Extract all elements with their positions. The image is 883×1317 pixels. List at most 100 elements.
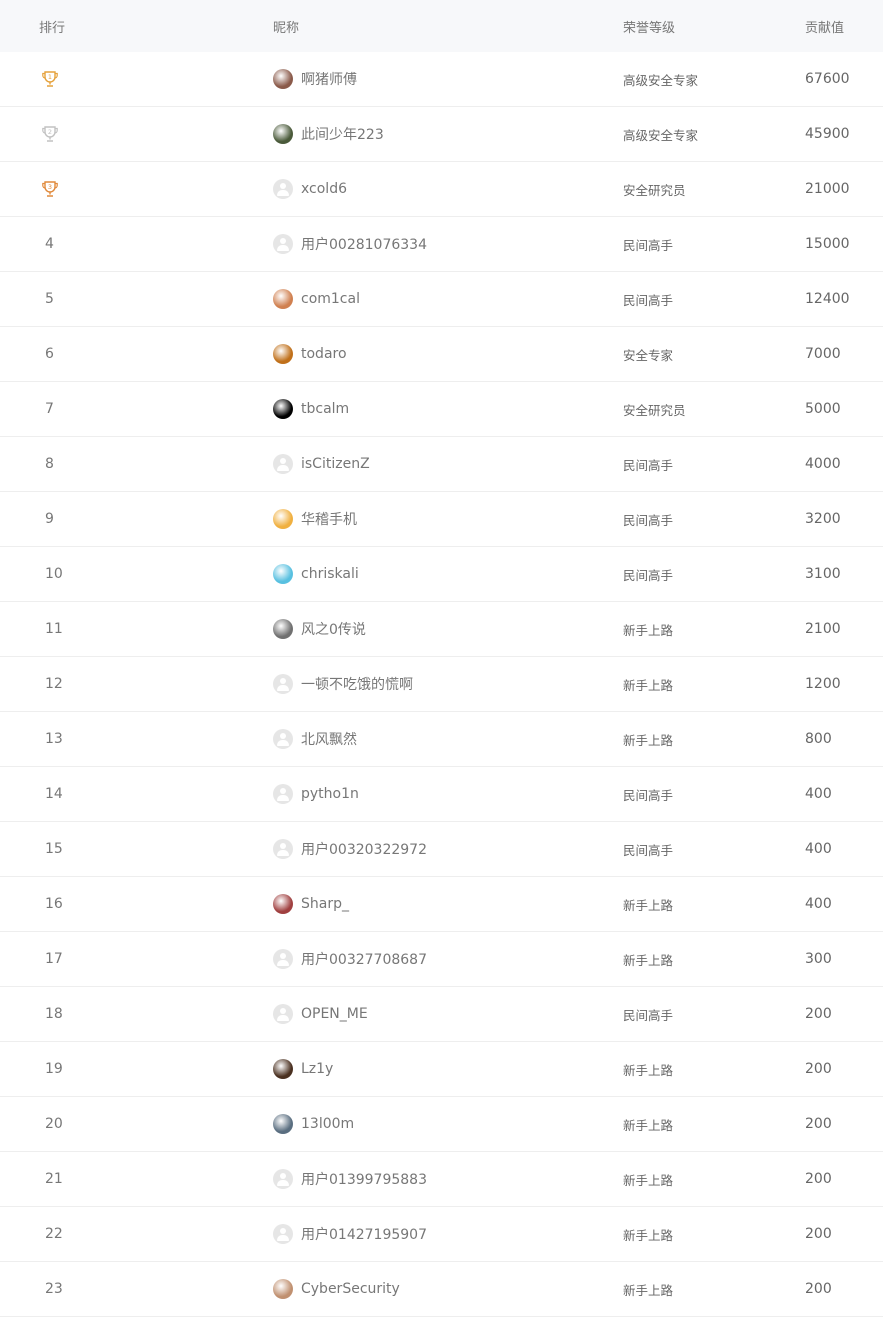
avatar[interactable] — [273, 234, 293, 254]
rank-cell: 18 — [40, 987, 160, 1041]
avatar[interactable] — [273, 69, 293, 89]
header-level: 荣誉等级 — [623, 20, 676, 36]
avatar[interactable] — [273, 1004, 293, 1024]
table-row[interactable]: 23 CyberSecurity 新手上路 200 — [0, 1262, 883, 1317]
nickname-link[interactable]: 华稽手机 — [301, 509, 357, 529]
table-row[interactable]: 1 啊猪师傅 高级安全专家 67600 — [0, 52, 883, 107]
table-row[interactable]: 14 pytho1n 民间高手 400 — [0, 767, 883, 822]
table-row[interactable]: 16 Sharp_ 新手上路 400 — [0, 877, 883, 932]
avatar[interactable] — [273, 344, 293, 364]
avatar[interactable] — [273, 289, 293, 309]
rank-cell: 15 — [40, 822, 160, 876]
honor-level: 高级安全专家 — [623, 127, 699, 143]
table-row[interactable]: 19 Lz1y 新手上路 200 — [0, 1042, 883, 1097]
table-row[interactable]: 12 一顿不吃饿的慌啊 新手上路 1200 — [0, 657, 883, 712]
nickname-link[interactable]: 此间少年223 — [301, 124, 384, 144]
avatar[interactable] — [273, 839, 293, 859]
rank-number: 19 — [45, 1061, 63, 1077]
rank-cell: 17 — [40, 932, 160, 986]
honor-level: 新手上路 — [623, 1172, 674, 1188]
nickname-link[interactable]: CyberSecurity — [301, 1281, 400, 1297]
table-row[interactable]: 3 xcold6 安全研究员 21000 — [0, 162, 883, 217]
honor-level: 民间高手 — [623, 787, 674, 803]
avatar[interactable] — [273, 729, 293, 749]
avatar[interactable] — [273, 619, 293, 639]
avatar[interactable] — [273, 564, 293, 584]
nickname-link[interactable]: 用户00327708687 — [301, 949, 427, 969]
table-row[interactable]: 6 todaro 安全专家 7000 — [0, 327, 883, 382]
nickname-link[interactable]: Sharp_ — [301, 896, 349, 912]
nickname-link[interactable]: pytho1n — [301, 786, 359, 802]
nickname-link[interactable]: 用户00281076334 — [301, 234, 427, 254]
honor-level: 安全研究员 — [623, 182, 686, 198]
avatar[interactable] — [273, 124, 293, 144]
nickname-link[interactable]: chriskali — [301, 566, 359, 582]
nickname-link[interactable]: com1cal — [301, 291, 360, 307]
table-row[interactable]: 21 用户01399795883 新手上路 200 — [0, 1152, 883, 1207]
nickname-link[interactable]: 用户01399795883 — [301, 1169, 427, 1189]
nickname-cell: 用户00327708687 — [273, 932, 603, 986]
nickname-cell: 风之0传说 — [273, 602, 603, 656]
nickname-link[interactable]: 北风飘然 — [301, 729, 357, 749]
nickname-link[interactable]: 用户00320322972 — [301, 839, 427, 859]
table-row[interactable]: 20 13l00m 新手上路 200 — [0, 1097, 883, 1152]
header-rank: 排行 — [39, 20, 66, 36]
avatar[interactable] — [273, 1224, 293, 1244]
table-row[interactable]: 18 OPEN_ME 民间高手 200 — [0, 987, 883, 1042]
avatar[interactable] — [273, 784, 293, 804]
contribution-score: 45900 — [805, 126, 850, 142]
avatar[interactable] — [273, 399, 293, 419]
nickname-link[interactable]: 13l00m — [301, 1116, 354, 1132]
table-row[interactable]: 13 北风飘然 新手上路 800 — [0, 712, 883, 767]
avatar[interactable] — [273, 1114, 293, 1134]
nickname-cell: OPEN_ME — [273, 987, 603, 1041]
nickname-link[interactable]: Lz1y — [301, 1061, 333, 1077]
honor-level: 民间高手 — [623, 567, 674, 583]
table-row[interactable]: 8 isCitizenZ 民间高手 4000 — [0, 437, 883, 492]
table-row[interactable]: 11 风之0传说 新手上路 2100 — [0, 602, 883, 657]
nickname-link[interactable]: tbcalm — [301, 401, 349, 417]
table-row[interactable]: 7 tbcalm 安全研究员 5000 — [0, 382, 883, 437]
nickname-link[interactable]: isCitizenZ — [301, 456, 370, 472]
trophy-rank-number: 1 — [48, 73, 52, 81]
avatar[interactable] — [273, 894, 293, 914]
rank-cell: 20 — [40, 1097, 160, 1151]
nickname-cell: com1cal — [273, 272, 603, 326]
table-row[interactable]: 5 com1cal 民间高手 12400 — [0, 272, 883, 327]
rank-cell: 7 — [40, 382, 160, 436]
rank-number: 16 — [45, 896, 63, 912]
avatar[interactable] — [273, 1059, 293, 1079]
honor-level: 安全研究员 — [623, 402, 686, 418]
nickname-link[interactable]: OPEN_ME — [301, 1006, 368, 1022]
header-score: 贡献值 — [805, 20, 845, 36]
rank-number: 23 — [45, 1281, 63, 1297]
avatar[interactable] — [273, 454, 293, 474]
nickname-cell: 一顿不吃饿的慌啊 — [273, 657, 603, 711]
contribution-score: 200 — [805, 1061, 832, 1077]
rank-cell: 3 — [40, 162, 160, 216]
contribution-score: 12400 — [805, 291, 850, 307]
nickname-link[interactable]: 风之0传说 — [301, 619, 366, 639]
table-row[interactable]: 17 用户00327708687 新手上路 300 — [0, 932, 883, 987]
table-row[interactable]: 9 华稽手机 民间高手 3200 — [0, 492, 883, 547]
rank-cell: 13 — [40, 712, 160, 766]
avatar[interactable] — [273, 1169, 293, 1189]
table-row[interactable]: 2 此间少年223 高级安全专家 45900 — [0, 107, 883, 162]
avatar[interactable] — [273, 949, 293, 969]
nickname-link[interactable]: 一顿不吃饿的慌啊 — [301, 674, 413, 694]
nickname-link[interactable]: todaro — [301, 346, 347, 362]
nickname-cell: 用户01399795883 — [273, 1152, 603, 1206]
nickname-link[interactable]: 用户01427195907 — [301, 1224, 427, 1244]
avatar[interactable] — [273, 674, 293, 694]
avatar[interactable] — [273, 1279, 293, 1299]
table-row[interactable]: 4 用户00281076334 民间高手 15000 — [0, 217, 883, 272]
avatar[interactable] — [273, 509, 293, 529]
table-row[interactable]: 15 用户00320322972 民间高手 400 — [0, 822, 883, 877]
table-row[interactable]: 22 用户01427195907 新手上路 200 — [0, 1207, 883, 1262]
honor-level: 新手上路 — [623, 677, 674, 693]
nickname-link[interactable]: xcold6 — [301, 181, 347, 197]
table-row[interactable]: 10 chriskali 民间高手 3100 — [0, 547, 883, 602]
trophy-icon: 3 — [42, 181, 58, 197]
avatar[interactable] — [273, 179, 293, 199]
nickname-link[interactable]: 啊猪师傅 — [301, 69, 357, 89]
